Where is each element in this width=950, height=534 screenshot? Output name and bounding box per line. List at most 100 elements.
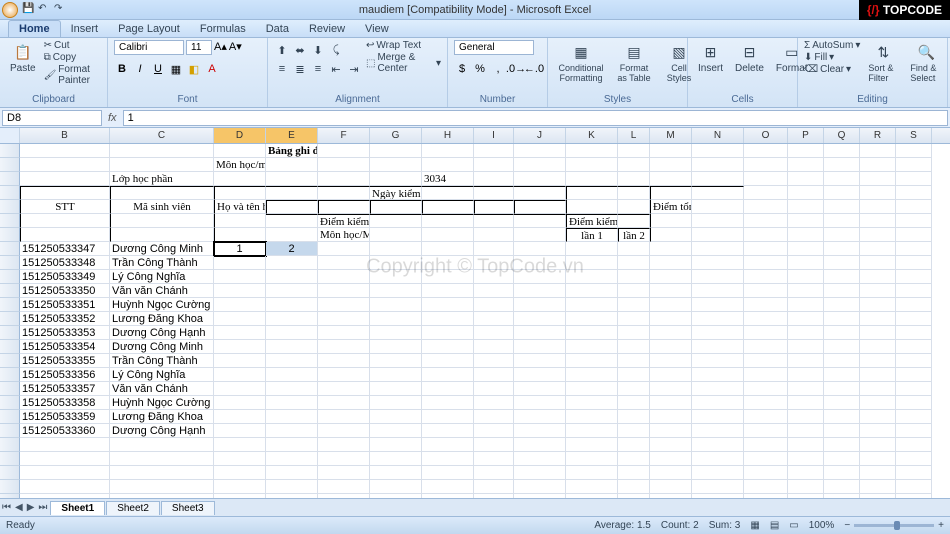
- merge-icon: ⬚: [366, 58, 375, 69]
- fill-button[interactable]: ⬇Fill ▾: [804, 52, 860, 63]
- status-average: Average: 1.5: [594, 520, 651, 531]
- align-left-icon[interactable]: ≡: [274, 61, 290, 77]
- grow-font-icon[interactable]: A▴: [214, 40, 227, 55]
- redo-icon[interactable]: ↷: [54, 3, 66, 15]
- office-button[interactable]: [2, 2, 18, 18]
- sheet-tab-2[interactable]: Sheet2: [106, 501, 160, 515]
- formula-bar[interactable]: 1: [123, 110, 948, 126]
- find-icon: 🔍: [916, 42, 936, 62]
- tab-view[interactable]: View: [355, 21, 399, 37]
- paste-button[interactable]: 📋Paste: [6, 40, 40, 76]
- merge-center-button[interactable]: ⬚Merge & Center ▾: [366, 52, 441, 74]
- fill-color-button[interactable]: ◧: [186, 61, 202, 77]
- ribbon-tabs: Home Insert Page Layout Formulas Data Re…: [0, 20, 950, 38]
- sheet-tab-1[interactable]: Sheet1: [50, 501, 105, 515]
- wrap-icon: ↩: [366, 40, 374, 51]
- column-headers[interactable]: B C D E F G H I J K L M N O P Q R S: [0, 128, 950, 144]
- underline-button[interactable]: U: [150, 61, 166, 77]
- dec-decimal-icon[interactable]: ←.0: [526, 61, 542, 77]
- font-name-select[interactable]: Calibri: [114, 40, 184, 55]
- insert-cells-button[interactable]: ⊞Insert: [694, 40, 727, 76]
- titlebar: 💾 ↶ ↷ maudiem [Compatibility Mode] - Mic…: [0, 0, 950, 20]
- sheet-tab-3[interactable]: Sheet3: [161, 501, 215, 515]
- zoom-slider[interactable]: [854, 524, 934, 527]
- zoom-level[interactable]: 100%: [809, 520, 835, 531]
- autosum-button[interactable]: ΣAutoSum ▾: [804, 40, 860, 51]
- insert-icon: ⊞: [701, 42, 721, 62]
- inc-decimal-icon[interactable]: .0→: [508, 61, 524, 77]
- eraser-icon: ⌫: [804, 64, 818, 75]
- format-table-button[interactable]: ▤Format as Table: [612, 40, 656, 85]
- worksheet[interactable]: B C D E F G H I J K L M N O P Q R S Bảng…: [0, 128, 950, 516]
- formula-bar-row: D8 fx 1: [0, 108, 950, 128]
- align-right-icon[interactable]: ≡: [310, 61, 326, 77]
- copy-button[interactable]: ⧉Copy: [44, 52, 101, 63]
- tab-formulas[interactable]: Formulas: [190, 21, 256, 37]
- delete-cells-button[interactable]: ⊟Delete: [731, 40, 768, 76]
- align-bot-icon[interactable]: ⬇: [310, 42, 326, 58]
- zoom-in-icon[interactable]: +: [938, 520, 944, 531]
- topcode-logo: {/} TOPCODE: [859, 0, 950, 20]
- table-icon: ▤: [624, 42, 644, 62]
- align-top-icon[interactable]: ⬆: [274, 42, 290, 58]
- percent-icon[interactable]: %: [472, 61, 488, 77]
- tab-nav-first[interactable]: ⏮: [0, 502, 13, 513]
- name-box[interactable]: D8: [2, 110, 102, 126]
- conditional-formatting-button[interactable]: ▦Conditional Formatting: [554, 40, 608, 85]
- cut-icon: ✂: [44, 40, 52, 51]
- orientation-icon[interactable]: ⤹: [328, 42, 344, 58]
- wrap-text-button[interactable]: ↩Wrap Text: [366, 40, 441, 51]
- comma-icon[interactable]: ,: [490, 61, 506, 77]
- sheet-tab-bar: ⏮ ◀ ▶ ⏭ Sheet1 Sheet2 Sheet3: [0, 498, 950, 516]
- styles-icon: ▧: [669, 42, 689, 62]
- paste-icon: 📋: [13, 42, 33, 62]
- font-size-select[interactable]: 11: [186, 40, 212, 55]
- view-normal-icon[interactable]: ▦: [750, 520, 759, 531]
- tab-review[interactable]: Review: [299, 21, 355, 37]
- cf-icon: ▦: [571, 42, 591, 62]
- clear-button[interactable]: ⌫Clear ▾: [804, 64, 860, 75]
- tab-pagelayout[interactable]: Page Layout: [108, 21, 190, 37]
- quick-access-toolbar: 💾 ↶ ↷: [22, 3, 66, 15]
- view-layout-icon[interactable]: ▤: [770, 520, 779, 531]
- sort-filter-button[interactable]: ⇅Sort & Filter: [864, 40, 902, 85]
- italic-button[interactable]: I: [132, 61, 148, 77]
- border-button[interactable]: ▦: [168, 61, 184, 77]
- cut-button[interactable]: ✂Cut: [44, 40, 101, 51]
- save-icon[interactable]: 💾: [22, 3, 34, 15]
- undo-icon[interactable]: ↶: [38, 3, 50, 15]
- view-break-icon[interactable]: ▭: [789, 520, 798, 531]
- currency-icon[interactable]: $: [454, 61, 470, 77]
- bold-button[interactable]: B: [114, 61, 130, 77]
- format-painter-button[interactable]: 🖌Format Painter: [44, 64, 101, 86]
- delete-icon: ⊟: [739, 42, 759, 62]
- zoom-out-icon[interactable]: −: [844, 520, 850, 531]
- indent-inc-icon[interactable]: ⇥: [346, 61, 362, 77]
- font-color-button[interactable]: A: [204, 61, 220, 77]
- sigma-icon: Σ: [804, 40, 810, 51]
- shrink-font-icon[interactable]: A▾: [229, 40, 242, 55]
- window-title: maudiem [Compatibility Mode] - Microsoft…: [359, 4, 591, 16]
- select-all-corner[interactable]: [0, 128, 20, 143]
- fill-icon: ⬇: [804, 52, 812, 63]
- number-format-select[interactable]: General: [454, 40, 534, 55]
- tab-nav-next[interactable]: ▶: [25, 502, 37, 513]
- tab-nav-prev[interactable]: ◀: [13, 502, 25, 513]
- tab-nav-last[interactable]: ⏭: [36, 502, 49, 513]
- status-bar: Ready Average: 1.5 Count: 2 Sum: 3 ▦ ▤ ▭…: [0, 516, 950, 534]
- find-select-button[interactable]: 🔍Find & Select: [906, 40, 946, 85]
- status-sum: Sum: 3: [709, 520, 741, 531]
- fx-icon[interactable]: fx: [102, 112, 123, 124]
- tab-home[interactable]: Home: [8, 20, 61, 37]
- align-mid-icon[interactable]: ⬌: [292, 42, 308, 58]
- align-center-icon[interactable]: ≣: [292, 61, 308, 77]
- copy-icon: ⧉: [44, 52, 51, 63]
- indent-dec-icon[interactable]: ⇤: [328, 61, 344, 77]
- tab-insert[interactable]: Insert: [61, 21, 109, 37]
- sort-icon: ⇅: [873, 42, 893, 62]
- status-count: Count: 2: [661, 520, 699, 531]
- brush-icon: 🖌: [44, 70, 57, 81]
- tab-data[interactable]: Data: [256, 21, 299, 37]
- ribbon: 📋Paste ✂Cut ⧉Copy 🖌Format Painter Clipbo…: [0, 38, 950, 108]
- status-ready: Ready: [6, 520, 35, 531]
